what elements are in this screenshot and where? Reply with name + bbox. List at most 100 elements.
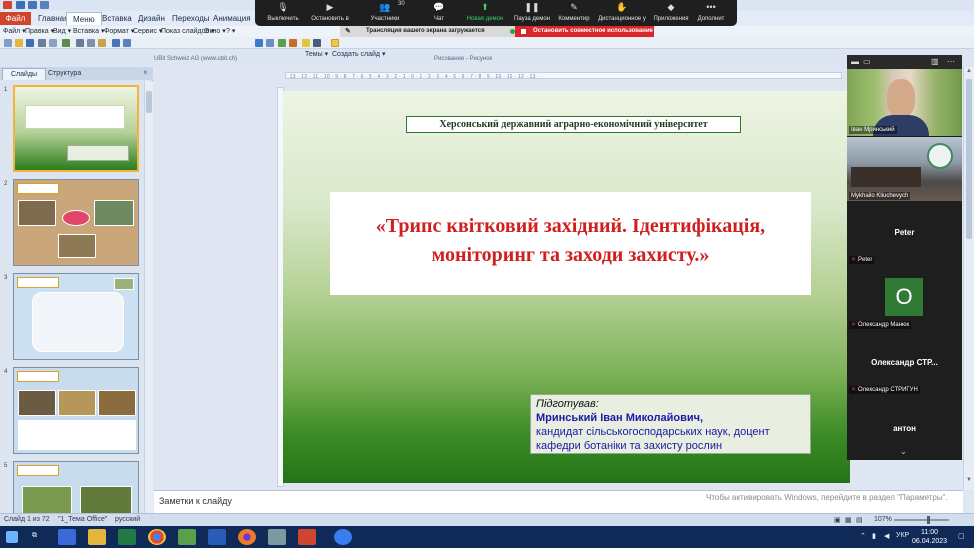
spell-icon[interactable] xyxy=(62,39,70,47)
participant-tile[interactable]: антон xyxy=(847,400,962,445)
tab-outline[interactable]: Структура xyxy=(40,68,89,80)
close-icon[interactable]: × xyxy=(143,68,148,77)
normal-view-icon[interactable]: ▣ xyxy=(834,516,841,524)
reading-view-icon[interactable]: ▤ xyxy=(856,516,863,524)
menu-tools[interactable]: Сервис ▾ xyxy=(133,26,162,37)
system-clock[interactable]: 11:00 06.04.2023 xyxy=(912,528,947,546)
undo-icon[interactable] xyxy=(28,1,37,9)
notes-pane[interactable]: Заметки к слайду Чтобы активировать Wind… xyxy=(154,490,963,513)
menu-edit[interactable]: Правка ▾ xyxy=(25,26,54,37)
notifications-icon[interactable]: ▢ xyxy=(958,532,965,540)
menu-view[interactable]: Вид ▾ xyxy=(53,26,71,37)
mute-button[interactable]: 🎙 Выключить xyxy=(261,0,305,26)
new-slide-button[interactable]: Создать слайд ▾ xyxy=(332,50,385,58)
language-indicator[interactable]: УКР xyxy=(896,532,909,539)
fill-color-icon[interactable] xyxy=(302,39,310,47)
slide-thumbnail-2[interactable] xyxy=(13,179,139,266)
stop-share-button[interactable]: Остановить совместное использование xyxy=(515,26,654,37)
scroll-thumb[interactable] xyxy=(146,91,152,113)
word-icon[interactable] xyxy=(208,529,226,545)
app-icon[interactable] xyxy=(268,529,286,545)
cut-icon[interactable] xyxy=(76,39,84,47)
more-icon[interactable]: ⋯ xyxy=(947,57,955,66)
menu-file[interactable]: Файл ▾ xyxy=(3,26,26,37)
view-icon[interactable]: ▭ xyxy=(863,57,871,66)
copy-icon[interactable] xyxy=(87,39,95,47)
undo-icon[interactable] xyxy=(112,39,120,47)
open-icon[interactable] xyxy=(15,39,23,47)
sorter-view-icon[interactable]: ▦ xyxy=(845,516,852,524)
preview-icon[interactable] xyxy=(49,39,57,47)
themes-button[interactable]: Темы ▾ xyxy=(305,50,328,58)
windows-start-icon[interactable] xyxy=(6,531,18,543)
zoom-slider-knob[interactable] xyxy=(927,516,930,524)
language-indicator[interactable]: русский xyxy=(115,516,140,523)
task-view-icon[interactable]: ⧉ xyxy=(32,532,37,540)
app-icon[interactable] xyxy=(178,529,196,545)
volume-icon[interactable]: ◀ xyxy=(884,532,889,540)
menu-insert[interactable]: Вставка ▾ xyxy=(73,26,104,37)
picture-icon[interactable] xyxy=(278,39,286,47)
participant-tile[interactable]: Іван Мринський xyxy=(847,69,962,136)
minimize-icon[interactable]: ▬ xyxy=(851,57,859,66)
slide-thumbnail-3[interactable] xyxy=(13,273,139,360)
annotate-button[interactable]: ✎ Комментир xyxy=(555,0,593,26)
prepared-by-label: Підготував: xyxy=(536,398,599,410)
scroll-down-icon[interactable]: ▼ xyxy=(966,477,972,483)
chrome-icon[interactable] xyxy=(148,529,166,545)
author-box[interactable]: Підготував: Мринський Іван Миколайович, … xyxy=(530,394,811,454)
grid-icon[interactable] xyxy=(331,39,339,47)
tab-animation[interactable]: Анимация xyxy=(207,12,257,25)
pause-share-button[interactable]: ❚❚ Пауза демон xyxy=(511,0,553,26)
slide-thumbnail-5[interactable] xyxy=(13,461,139,513)
apps-button[interactable]: ◆ Приложения xyxy=(651,0,691,26)
chart-icon[interactable] xyxy=(255,39,263,47)
print-icon[interactable] xyxy=(38,39,46,47)
excel-icon[interactable] xyxy=(118,529,136,545)
taskbar-app-icon[interactable] xyxy=(58,529,76,545)
slide-title-box[interactable]: «Трипс квітковий західний. Ідентифікація… xyxy=(330,192,811,295)
layout-icon[interactable]: ▥ xyxy=(931,57,939,66)
paste-icon[interactable] xyxy=(98,39,106,47)
more-button[interactable]: ••• Дополнит xyxy=(693,0,729,26)
chevron-down-icon[interactable]: ⌄ xyxy=(900,447,907,456)
new-share-button[interactable]: ⬆ Новая демон xyxy=(463,0,507,26)
new-icon[interactable] xyxy=(4,39,12,47)
network-icon[interactable]: ▮ xyxy=(872,532,876,540)
menu-window[interactable]: Окно ▾ xyxy=(204,26,226,37)
menu-help[interactable]: ? ▾ xyxy=(226,26,235,37)
author-name: Мринський Іван Миколайович, xyxy=(536,412,704,424)
participants-button[interactable]: 👥 30 Участники xyxy=(359,0,411,26)
participant-tile[interactable]: Mykhailo Kliuchevych xyxy=(847,137,962,201)
vertical-scrollbar[interactable]: ▲ ▼ xyxy=(963,67,974,490)
participant-tile[interactable]: Олександр СТР... ✕ Олександр СТРИГУН xyxy=(847,334,962,399)
shape-icon[interactable] xyxy=(289,39,297,47)
notes-placeholder[interactable]: Заметки к слайду xyxy=(159,496,232,506)
zoom-level[interactable]: 107% xyxy=(874,516,892,523)
thumbnails-scrollbar[interactable] xyxy=(144,81,153,513)
university-title[interactable]: Херсонський державний аграрно-економічни… xyxy=(406,116,741,133)
line-color-icon[interactable] xyxy=(313,39,321,47)
remote-control-button[interactable]: ✋ Дистанционное у xyxy=(595,0,649,26)
tab-file[interactable]: Файл xyxy=(0,12,31,25)
file-explorer-icon[interactable] xyxy=(88,529,106,545)
zoom-app-icon[interactable] xyxy=(334,529,352,545)
save-icon[interactable] xyxy=(26,39,34,47)
slide-thumbnail-4[interactable] xyxy=(13,367,139,454)
stop-video-button[interactable]: ▶ Остановить в xyxy=(307,0,353,26)
scroll-up-icon[interactable]: ▲ xyxy=(966,68,972,74)
powerpoint-icon[interactable] xyxy=(298,529,316,545)
redo-icon[interactable] xyxy=(40,1,49,9)
zoom-slider[interactable] xyxy=(894,519,949,521)
table-icon[interactable] xyxy=(266,39,274,47)
redo-icon[interactable] xyxy=(123,39,131,47)
current-slide[interactable]: Херсонський державний аграрно-економічни… xyxy=(283,91,850,483)
save-icon[interactable] xyxy=(16,1,25,9)
firefox-icon[interactable] xyxy=(238,529,256,545)
chat-button[interactable]: 💬 Чат xyxy=(421,0,457,26)
tray-chevron-icon[interactable]: ⌃ xyxy=(860,532,866,540)
scroll-thumb[interactable] xyxy=(966,79,972,239)
participant-tile[interactable]: Peter ✕ Peter xyxy=(847,203,962,268)
slide-thumbnail-1[interactable] xyxy=(13,85,139,172)
menu-format[interactable]: Формат ▾ xyxy=(104,26,134,37)
